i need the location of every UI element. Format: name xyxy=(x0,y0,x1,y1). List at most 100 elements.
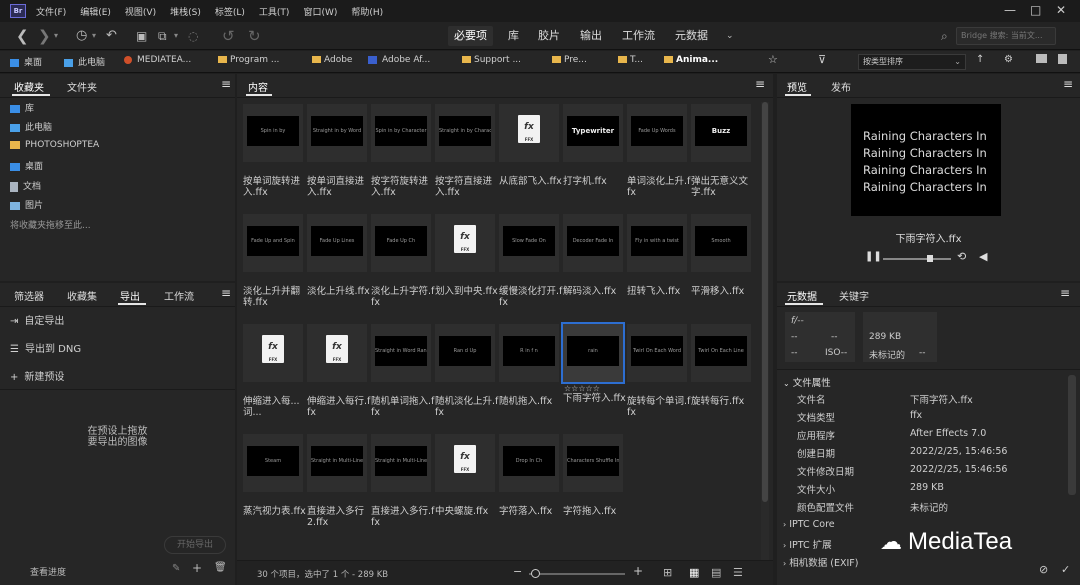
workspace-output[interactable]: 输出 xyxy=(574,26,608,46)
workspace-libraries[interactable]: 库 xyxy=(502,26,525,46)
tab-preview[interactable]: 预览 xyxy=(787,79,807,94)
maximize-icon[interactable]: □ xyxy=(1030,3,1041,17)
tab-metadata[interactable]: 元数据 xyxy=(787,288,817,303)
panel-menu-icon[interactable]: ≡ xyxy=(221,286,231,300)
new-folder-icon[interactable] xyxy=(1036,54,1052,64)
fav-documents[interactable]: 文档 xyxy=(10,179,41,192)
view-list-icon[interactable]: ☰ xyxy=(733,566,743,579)
thumbnail[interactable]: R in f n xyxy=(499,324,559,382)
open-recent-icon[interactable]: ⚙ xyxy=(1004,54,1013,65)
view-progress-link[interactable]: 查看进度 xyxy=(30,565,66,578)
fav-library[interactable]: 库 xyxy=(10,101,34,114)
thumbnail[interactable]: fx xyxy=(435,214,495,272)
breadcrumb-adobe[interactable]: Adobe xyxy=(312,55,352,65)
refine-icon[interactable]: ⧉ xyxy=(158,27,167,45)
start-export-button[interactable]: 开始导出 xyxy=(164,536,226,554)
zoom-in-icon[interactable]: + xyxy=(633,564,643,578)
thumbnail[interactable]: Buzz xyxy=(691,104,751,162)
thumbnail[interactable]: Slow Fade On xyxy=(499,214,559,272)
scrollbar-thumb[interactable] xyxy=(762,102,768,502)
section-exif[interactable]: › 相机数据 (EXIF) xyxy=(783,555,858,569)
sync-icon[interactable]: ◌ xyxy=(188,27,198,45)
thumbnail[interactable]: fx xyxy=(435,434,495,492)
thumbnail[interactable]: Fade Up Lines xyxy=(307,214,367,272)
tab-filter[interactable]: 筛选器 xyxy=(14,288,44,303)
workspace-metadata[interactable]: 元数据 xyxy=(669,26,714,46)
thumbnail[interactable]: Decoder Fade In xyxy=(563,214,623,272)
thumbnail[interactable]: fx xyxy=(499,104,559,162)
thumbnail[interactable]: Smooth xyxy=(691,214,751,272)
camera-icon[interactable]: ▣ xyxy=(136,27,147,45)
delete-icon[interactable] xyxy=(1058,54,1072,65)
menu-tools[interactable]: 工具(T) xyxy=(259,5,290,18)
thumbnail[interactable]: Twirl On Each Word xyxy=(627,324,687,382)
slider-handle[interactable] xyxy=(531,569,540,578)
thumbnail[interactable]: Characters Shuffle In xyxy=(563,434,623,492)
thumbnail[interactable]: fx xyxy=(243,324,303,382)
export-dng[interactable]: ☰ 导出到 DNG xyxy=(10,340,81,355)
trash-icon[interactable]: 🗑 xyxy=(214,562,227,573)
breadcrumb-presets[interactable]: Pre... xyxy=(552,55,587,65)
menu-edit[interactable]: 编辑(E) xyxy=(80,5,111,18)
breadcrumb-adobe-ae[interactable]: Adobe Af... xyxy=(368,55,430,65)
view-thumbnails-icon[interactable]: ▦ xyxy=(689,566,699,579)
menu-stack[interactable]: 堆栈(S) xyxy=(170,5,201,18)
sort-select[interactable]: 按类型排序 ⌄ xyxy=(858,54,966,70)
breadcrumb-animate[interactable]: Anima... xyxy=(664,55,718,65)
fav-pictures[interactable]: 图片 xyxy=(10,198,43,211)
forward-icon[interactable]: ❯ xyxy=(38,27,51,45)
breadcrumb-desktop[interactable]: 桌面 xyxy=(10,55,42,68)
menu-label[interactable]: 标签(L) xyxy=(215,5,245,18)
breadcrumb-text[interactable]: T... xyxy=(618,55,643,65)
sort-ascending-icon[interactable]: ↑ xyxy=(976,54,984,65)
content-scrollbar[interactable] xyxy=(761,102,769,560)
tab-folders[interactable]: 文件夹 xyxy=(67,79,97,94)
thumbnail[interactable]: Straight in by Word xyxy=(307,104,367,162)
fav-this-pc[interactable]: 此电脑 xyxy=(10,120,52,133)
panel-menu-icon[interactable]: ≡ xyxy=(1063,77,1073,91)
menu-window[interactable]: 窗口(W) xyxy=(303,5,337,18)
refine-dropdown-icon[interactable]: ▾ xyxy=(174,27,178,45)
thumbnail[interactable]: Fly in with a twist xyxy=(627,214,687,272)
rotate-left-icon[interactable]: ↺ xyxy=(222,27,235,45)
zoom-out-icon[interactable]: − xyxy=(513,565,522,578)
breadcrumb-mediatea[interactable]: MEDIATEA... xyxy=(124,55,191,65)
back-icon[interactable]: ❮ xyxy=(16,27,29,45)
workspace-filmstrip[interactable]: 胶片 xyxy=(532,26,566,46)
thumbnail[interactable]: Straight in by Character xyxy=(435,104,495,162)
menu-file[interactable]: 文件(F) xyxy=(36,5,66,18)
apply-icon[interactable]: ✓ xyxy=(1061,563,1070,576)
search-input[interactable]: Bridge 搜索: 当前文... xyxy=(956,27,1056,45)
thumbnail[interactable]: Twirl On Each Line xyxy=(691,324,751,382)
section-iptc-ext[interactable]: › IPTC 扩展 xyxy=(783,537,832,551)
metadata-scrollbar[interactable] xyxy=(1068,375,1076,495)
thumbnail[interactable]: fx xyxy=(307,324,367,382)
tab-keywords[interactable]: 关键字 xyxy=(839,288,869,303)
cancel-icon[interactable]: ⊘ xyxy=(1039,563,1048,576)
breadcrumb-program[interactable]: Program ... xyxy=(218,55,279,65)
thumbnail[interactable]: Fade Up Ch xyxy=(371,214,431,272)
thumbnail[interactable]: Ran d Up xyxy=(435,324,495,382)
grid-lock-icon[interactable]: ⊞ xyxy=(663,566,672,579)
scrubber-handle[interactable] xyxy=(927,255,933,262)
return-icon[interactable]: ↶ xyxy=(106,27,117,45)
thumbnail[interactable]: Steam xyxy=(243,434,303,492)
recent-icon[interactable]: ◷ xyxy=(76,27,87,45)
minimize-icon[interactable]: — xyxy=(1004,3,1016,17)
close-icon[interactable]: ✕ xyxy=(1056,3,1066,17)
tab-collections[interactable]: 收藏集 xyxy=(67,288,97,303)
thumbnail[interactable]: Typewriter xyxy=(563,104,623,162)
fav-desktop[interactable]: 桌面 xyxy=(10,159,43,172)
thumbnail[interactable]: Fade Up Words xyxy=(627,104,687,162)
tab-publish[interactable]: 发布 xyxy=(831,79,851,94)
thumbnail[interactable]: Straight in Multi-Line xyxy=(371,434,431,492)
forward-dropdown-icon[interactable]: ▾ xyxy=(54,27,58,45)
rating-stars[interactable]: ☆☆☆☆☆ xyxy=(564,384,600,393)
thumbnail[interactable]: rain xyxy=(561,322,625,384)
thumbnail[interactable]: Drop In Ch xyxy=(499,434,559,492)
new-preset[interactable]: + 新建预设 xyxy=(10,368,64,383)
filter-icon[interactable]: ⊽ xyxy=(818,53,826,66)
breadcrumb-this-pc[interactable]: 此电脑 xyxy=(64,55,105,68)
fav-photoshoptea[interactable]: PHOTOSHOPTEA xyxy=(10,140,99,150)
section-file-properties[interactable]: ⌄ 文件属性 xyxy=(783,375,831,389)
